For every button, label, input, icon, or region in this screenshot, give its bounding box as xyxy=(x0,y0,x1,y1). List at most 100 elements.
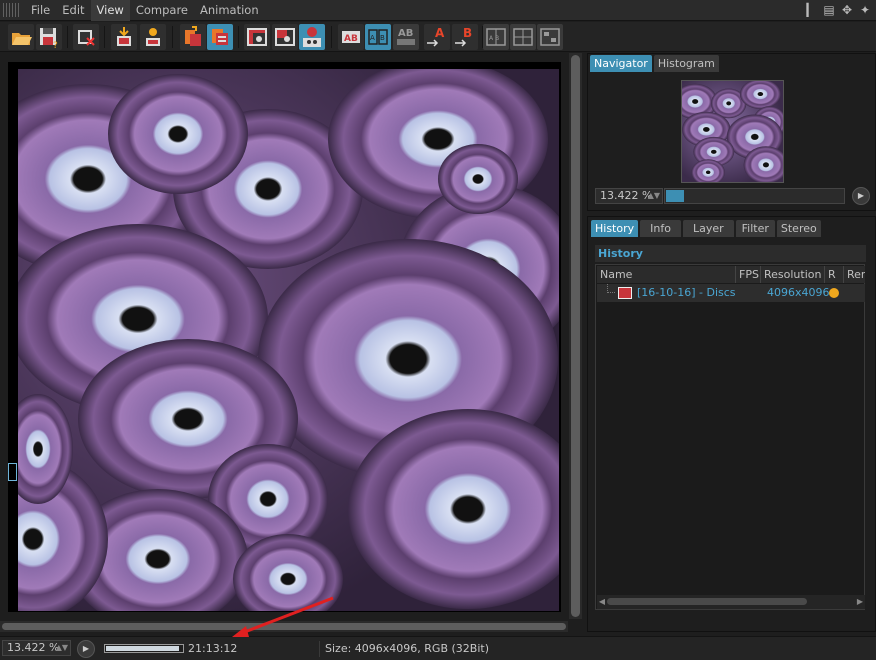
ab-split-button[interactable]: AB xyxy=(338,24,364,50)
history-item-name: [16-10-16] - Discs xyxy=(637,286,736,299)
viewer-horizontal-scrollbar[interactable] xyxy=(0,621,568,632)
navigator-thumbnail[interactable] xyxy=(681,80,784,183)
column-header-r[interactable]: R xyxy=(825,266,844,283)
column-header-render[interactable]: Ren xyxy=(844,266,865,283)
mode-3-icon xyxy=(540,28,560,46)
tab-filter[interactable]: Filter xyxy=(735,220,775,237)
navigator-zoom-field[interactable]: 13.422 % ▲▼ xyxy=(595,188,663,204)
history-item-resolution: 4096x4096 xyxy=(767,286,830,299)
render-layer-icon xyxy=(618,287,632,299)
ab-stack-button[interactable]: AB xyxy=(393,24,419,50)
clear-icon xyxy=(78,30,95,46)
view-a-button[interactable] xyxy=(244,24,270,50)
mode-2-icon xyxy=(513,28,533,46)
history-tabs: History Info Layer Filter Stereo xyxy=(591,220,821,237)
tab-info[interactable]: Info xyxy=(640,220,681,237)
image-edge-marker xyxy=(8,463,17,481)
view-ab-button[interactable] xyxy=(299,24,325,50)
set-b-icon: B xyxy=(455,26,472,47)
save-as-button[interactable]: ? xyxy=(36,24,62,50)
ab-split-icon: AB xyxy=(342,31,360,44)
tab-navigator[interactable]: Navigator xyxy=(590,55,652,72)
navigator-tabs: Navigator Histogram xyxy=(590,55,719,72)
view-b-button[interactable] xyxy=(272,24,298,50)
viewer-horizontal-scroll-thumb[interactable] xyxy=(2,623,566,630)
image-info: Size: 4096x4096, RGB (32Bit) xyxy=(325,642,489,655)
layout-move-icon[interactable]: ✥ xyxy=(840,2,854,18)
svg-text:AB: AB xyxy=(398,28,413,39)
layout-single-icon[interactable]: ▎ xyxy=(804,2,818,18)
set-a-button[interactable]: A xyxy=(424,24,450,50)
ab-side-icon: AB xyxy=(368,29,388,45)
scroll-left-icon[interactable]: ◀ xyxy=(597,595,607,609)
play-icon: ▶ xyxy=(857,191,865,200)
tab-histogram[interactable]: Histogram xyxy=(653,55,719,72)
navigator-play-button[interactable]: ▶ xyxy=(852,187,870,205)
status-zoom-value: 13.422 % xyxy=(7,641,60,654)
mode-1-icon: A B xyxy=(486,28,506,46)
window-controls: ▎ ▤ ✥ ✦ xyxy=(804,2,872,18)
status-play-button[interactable]: ▶ xyxy=(77,640,95,658)
view-ab-icon xyxy=(303,27,321,47)
svg-text:B: B xyxy=(463,26,472,40)
status-zoom-field[interactable]: 13.422 % ▲▼ xyxy=(2,640,71,656)
ab-side-button[interactable]: AB xyxy=(365,24,391,50)
tree-branch xyxy=(607,284,615,293)
save-as-icon: ? xyxy=(40,28,58,50)
history-section-title: History xyxy=(595,245,866,262)
tab-layer[interactable]: Layer xyxy=(682,220,734,237)
view-a-icon xyxy=(247,28,267,46)
zoom-spinner-icon[interactable]: ▲▼ xyxy=(648,189,660,203)
discs-render-image xyxy=(18,69,559,611)
paste-layer-icon xyxy=(212,29,228,45)
copy-layer-button[interactable] xyxy=(180,24,206,50)
layout-grid-icon[interactable]: ✦ xyxy=(858,2,872,18)
navigator-zoom-slider[interactable] xyxy=(664,188,845,204)
menu-bar: File Edit View Compare Animation ▎ ▤ ✥ ✦ xyxy=(0,0,876,21)
import-button[interactable] xyxy=(111,24,137,50)
svg-text:B: B xyxy=(380,34,385,42)
menu-compare[interactable]: Compare xyxy=(130,0,194,21)
tab-history[interactable]: History xyxy=(591,220,639,237)
navigator-preview-image xyxy=(682,81,783,182)
column-header-fps[interactable]: FPS xyxy=(736,266,761,283)
status-zoom-spinner-icon[interactable]: ▲▼ xyxy=(56,641,68,655)
export-icon xyxy=(146,28,160,46)
set-b-button[interactable]: B xyxy=(452,24,478,50)
viewer-vertical-scrollbar[interactable] xyxy=(569,53,582,619)
history-table-header: Name FPS Resolution R Ren xyxy=(597,266,865,283)
viewer-vertical-scroll-thumb[interactable] xyxy=(571,55,580,617)
column-header-name[interactable]: Name xyxy=(597,266,736,283)
status-bar: 13.422 % ▲▼ ▶ 21:13:12 Size: 4096x4096, … xyxy=(0,636,876,660)
table-row[interactable]: [16-10-16] - Discs 4096x4096 xyxy=(597,284,865,302)
paste-layer-button[interactable] xyxy=(207,24,233,50)
open-file-button[interactable] xyxy=(8,24,34,50)
app-menu-icon[interactable] xyxy=(3,3,21,17)
render-progress-fill xyxy=(106,646,179,651)
navigator-zoom-slider-fill[interactable] xyxy=(666,190,684,202)
status-play-icon: ▶ xyxy=(82,644,90,653)
history-scroll-thumb[interactable] xyxy=(607,598,807,605)
mode-3-button[interactable] xyxy=(537,24,563,50)
copy-layer-icon xyxy=(185,26,201,46)
svg-text:A: A xyxy=(370,34,375,42)
column-header-resolution[interactable]: Resolution xyxy=(761,266,825,283)
menu-view[interactable]: View xyxy=(90,0,130,21)
render-progress-bar xyxy=(104,644,184,653)
ab-stack-icon: AB xyxy=(397,28,415,45)
toolbar: ? AB AB AB A B A B xyxy=(0,22,876,52)
menu-file[interactable]: File xyxy=(25,0,56,21)
rendered-image[interactable] xyxy=(18,69,559,611)
menu-animation[interactable]: Animation xyxy=(194,0,265,21)
menu-edit[interactable]: Edit xyxy=(56,0,90,21)
scroll-right-icon[interactable]: ▶ xyxy=(855,595,865,609)
mode-1-button[interactable]: A B xyxy=(483,24,509,50)
history-horizontal-scrollbar[interactable]: ◀ ▶ xyxy=(597,595,865,609)
mode-2-button[interactable] xyxy=(510,24,536,50)
tab-stereo[interactable]: Stereo xyxy=(776,220,821,237)
clear-button[interactable] xyxy=(73,24,99,50)
export-button[interactable] xyxy=(140,24,166,50)
svg-text:AB: AB xyxy=(344,34,358,44)
open-file-icon xyxy=(12,33,32,45)
layout-split-icon[interactable]: ▤ xyxy=(822,2,836,18)
